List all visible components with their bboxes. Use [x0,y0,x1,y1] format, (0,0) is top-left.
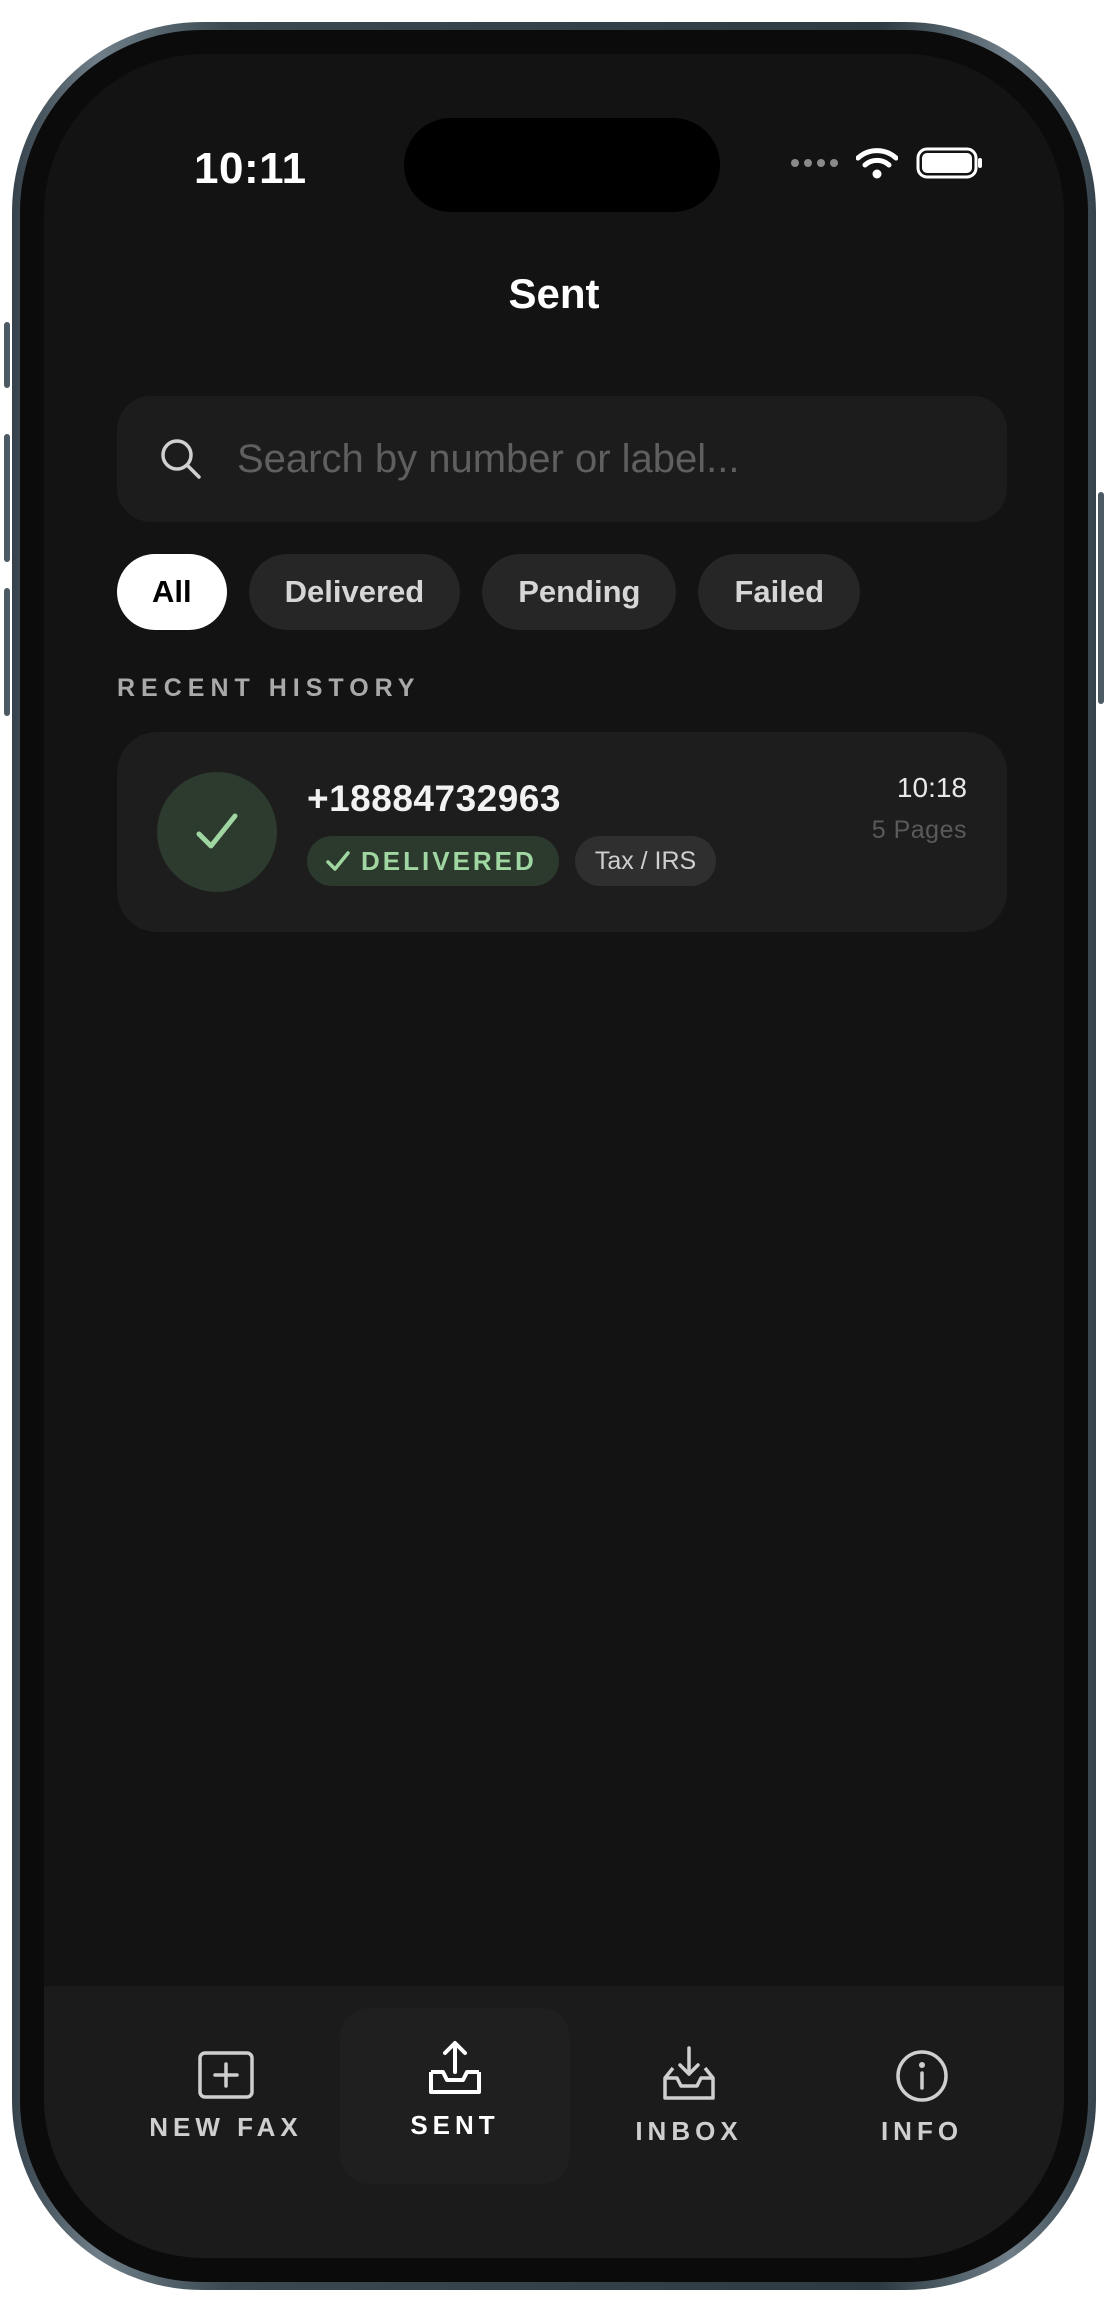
filter-chips: All Delivered Pending Failed [117,554,861,630]
item-pages: 5 Pages [871,816,967,844]
phone-frame: 10:11 Sent Search by number or label... … [4,22,1104,2290]
inbox-icon [663,2046,715,2100]
tab-sent[interactable]: SENT [340,2008,570,2184]
tab-new-fax[interactable]: NEW FAX [126,2024,326,2174]
tab-info[interactable]: INFO [822,2024,1022,2174]
sent-icon [429,2041,481,2094]
filter-all-chip[interactable]: All [117,554,227,630]
delivered-status-icon [157,772,277,892]
search-icon [161,439,201,479]
status-time: 10:11 [194,144,307,193]
tab-sent-label: SENT [410,2110,500,2140]
tab-bar: NEW FAX SENT INBOX INFO [44,1986,1064,2258]
tab-new-fax-label: NEW FAX [149,2112,303,2142]
search-input[interactable] [237,436,977,482]
tab-inbox-label: INBOX [635,2116,743,2146]
status-icons [791,146,984,180]
dynamic-island [404,118,720,212]
filter-failed-chip[interactable]: Failed [698,554,861,630]
search-bar[interactable] [117,396,1007,522]
fax-number: +18884732963 [307,778,561,819]
checkmark-icon [196,813,238,849]
section-label: RECENT HISTORY [117,674,421,702]
category-badge: Tax / IRS [574,836,717,886]
tab-info-label: INFO [880,2116,964,2146]
volume-down-button [4,588,10,716]
filter-pending-chip[interactable]: Pending [482,554,677,630]
power-button [1098,492,1104,704]
battery-icon [916,147,982,179]
action-button [4,322,10,388]
filter-delivered-chip[interactable]: Delivered [248,554,461,630]
status-badge: DELIVERED [307,836,559,886]
app-screen: 10:11 Sent Search by number or label... … [44,54,1064,2258]
signal-dots-icon [791,159,838,167]
history-item[interactable]: +18884732963 DELIVERED Tax / IRS 10:18 5… [117,732,1007,932]
new-fax-icon [198,2051,254,2099]
info-icon [896,2050,948,2102]
tab-inbox[interactable]: INBOX [589,2024,789,2174]
item-time: 10:18 [896,772,967,803]
page-title: Sent [508,270,600,317]
check-small-icon [326,851,350,871]
volume-up-button [4,434,10,562]
item-badges: DELIVERED Tax / IRS [307,836,717,886]
wifi-icon [856,148,898,179]
status-badge-label: DELIVERED [361,845,537,876]
